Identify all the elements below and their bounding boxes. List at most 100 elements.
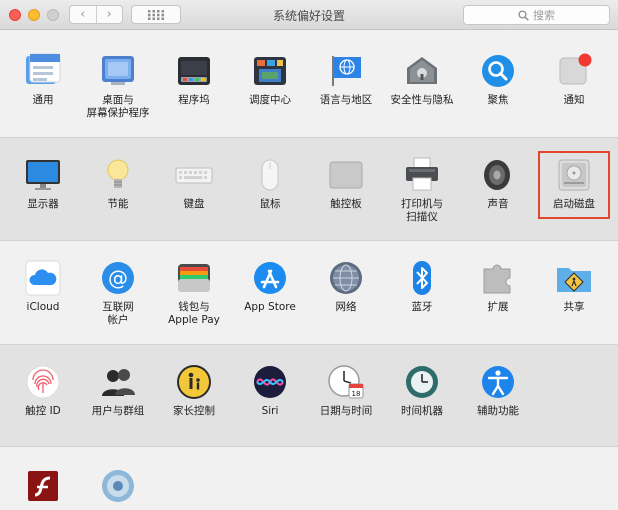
- pane-label: 日期与时间: [319, 405, 373, 417]
- extensions-icon: [479, 259, 517, 297]
- mouse-icon: [251, 156, 289, 194]
- parental-controls-icon: [175, 363, 213, 401]
- pane-date-time[interactable]: 18 日期与时间: [308, 363, 384, 418]
- siri-icon: [251, 363, 289, 401]
- startup-disk-icon: [555, 156, 593, 194]
- pane-spotlight[interactable]: 聚焦: [460, 52, 536, 107]
- title-bar: ‹ › 系统偏好设置 搜索: [0, 0, 618, 30]
- pane-label: 通用: [32, 94, 54, 106]
- pane-label: 通知: [563, 94, 585, 106]
- pane-label: 触控 ID: [25, 405, 61, 417]
- network-icon: [327, 259, 365, 297]
- pane-internet-accounts[interactable]: @ 互联网 帐户: [80, 259, 156, 327]
- desktop-icon: [99, 52, 137, 90]
- pane-label: 扩展: [487, 301, 509, 313]
- pane-app-store[interactable]: App Store: [232, 259, 308, 314]
- pane-general[interactable]: 通用: [5, 52, 81, 107]
- pane-label: 语言与地区: [319, 94, 373, 106]
- pane-accessibility[interactable]: 辅助功能: [460, 363, 536, 418]
- dock-icon: [175, 52, 213, 90]
- search-placeholder: 搜索: [533, 9, 555, 22]
- pane-keyboard[interactable]: 键盘: [156, 156, 232, 211]
- pane-mission-control[interactable]: 调度中心: [232, 52, 308, 107]
- pane-time-machine[interactable]: 时间机器: [384, 363, 460, 418]
- printer-icon: [403, 156, 441, 194]
- icloud-icon: [24, 259, 62, 297]
- pane-label: 打印机与 扫描仪: [401, 198, 443, 223]
- pane-label: 触控板: [330, 198, 362, 210]
- pane-displays[interactable]: 显示器: [5, 156, 81, 211]
- pane-label: 程序坞: [178, 94, 210, 106]
- touch-id-icon: [24, 363, 62, 401]
- pane-touch-id[interactable]: 触控 ID: [5, 363, 81, 418]
- pane-startup-disk[interactable]: 启动磁盘: [536, 156, 612, 211]
- language-region-icon: [327, 52, 365, 90]
- third-party-pane-icon: [99, 467, 137, 505]
- pane-label: 家长控制: [173, 405, 215, 417]
- pane-label: 聚焦: [487, 94, 509, 106]
- pane-parental-controls[interactable]: 家长控制: [156, 363, 232, 418]
- pane-network[interactable]: 网络: [308, 259, 384, 314]
- sound-icon: [479, 156, 517, 194]
- pane-label: 辅助功能: [477, 405, 519, 417]
- pane-printers[interactable]: 打印机与 扫描仪: [384, 156, 460, 224]
- grid-icon: [148, 9, 164, 20]
- minimize-button[interactable]: [28, 9, 40, 21]
- mission-control-icon: [251, 52, 289, 90]
- pane-notifications[interactable]: 通知: [536, 52, 612, 107]
- chevron-left-icon: ‹: [80, 7, 86, 22]
- search-icon: [518, 9, 529, 21]
- zoom-button[interactable]: [47, 9, 59, 21]
- internet-accounts-icon: @: [99, 259, 137, 297]
- pane-label: 节能: [107, 198, 129, 210]
- flash-player-icon: [24, 467, 62, 505]
- pane-flash-player[interactable]: [5, 467, 81, 509]
- pane-sound[interactable]: 声音: [460, 156, 536, 211]
- pane-wallet[interactable]: 钱包与 Apple Pay: [156, 259, 232, 327]
- notifications-icon: [555, 52, 593, 90]
- pane-security[interactable]: 安全性与隐私: [384, 52, 460, 107]
- pane-label: 显示器: [27, 198, 59, 210]
- pane-icloud[interactable]: iCloud: [5, 259, 81, 314]
- pane-label: 鼠标: [259, 198, 281, 210]
- calendar-day-text: 18: [352, 390, 361, 398]
- pane-label: 调度中心: [249, 94, 291, 106]
- search-field[interactable]: 搜索: [463, 5, 610, 25]
- app-store-icon: [251, 259, 289, 297]
- pane-label: 启动磁盘: [553, 198, 595, 210]
- pane-siri[interactable]: Siri: [232, 363, 308, 418]
- pane-label: 声音: [487, 198, 509, 210]
- pane-sharing[interactable]: 共享: [536, 259, 612, 314]
- close-button[interactable]: [9, 9, 21, 21]
- pane-label: 安全性与隐私: [390, 94, 454, 106]
- date-time-icon: 18: [327, 363, 365, 401]
- pane-trackpad[interactable]: 触控板: [308, 156, 384, 211]
- pane-bluetooth[interactable]: 蓝牙: [384, 259, 460, 314]
- pane-third-party[interactable]: [80, 467, 156, 509]
- trackpad-icon: [327, 156, 365, 194]
- pane-language-region[interactable]: 语言与地区: [308, 52, 384, 107]
- back-button[interactable]: ‹: [70, 6, 96, 23]
- pane-label: 时间机器: [401, 405, 443, 417]
- displays-icon: [24, 156, 62, 194]
- chevron-right-icon: ›: [106, 7, 112, 22]
- pane-label: 互联网 帐户: [102, 301, 134, 326]
- forward-button[interactable]: ›: [95, 6, 123, 23]
- pane-energy-saver[interactable]: 节能: [80, 156, 156, 211]
- time-machine-icon: [403, 363, 441, 401]
- pane-mouse[interactable]: 鼠标: [232, 156, 308, 211]
- pane-users-groups[interactable]: 用户与群组: [80, 363, 156, 418]
- pane-label: iCloud: [26, 301, 60, 313]
- pane-dock[interactable]: 程序坞: [156, 52, 232, 107]
- pane-label: 网络: [335, 301, 357, 313]
- accessibility-icon: [479, 363, 517, 401]
- pane-label: 钱包与 Apple Pay: [168, 301, 220, 326]
- pane-desktop[interactable]: 桌面与 屏幕保护程序: [80, 52, 156, 120]
- pane-label: App Store: [244, 301, 296, 313]
- show-all-button[interactable]: [131, 5, 181, 24]
- spotlight-icon: [479, 52, 517, 90]
- general-icon: [24, 52, 62, 90]
- navigation-buttons: ‹ ›: [69, 5, 123, 24]
- pane-extensions[interactable]: 扩展: [460, 259, 536, 314]
- users-groups-icon: [99, 363, 137, 401]
